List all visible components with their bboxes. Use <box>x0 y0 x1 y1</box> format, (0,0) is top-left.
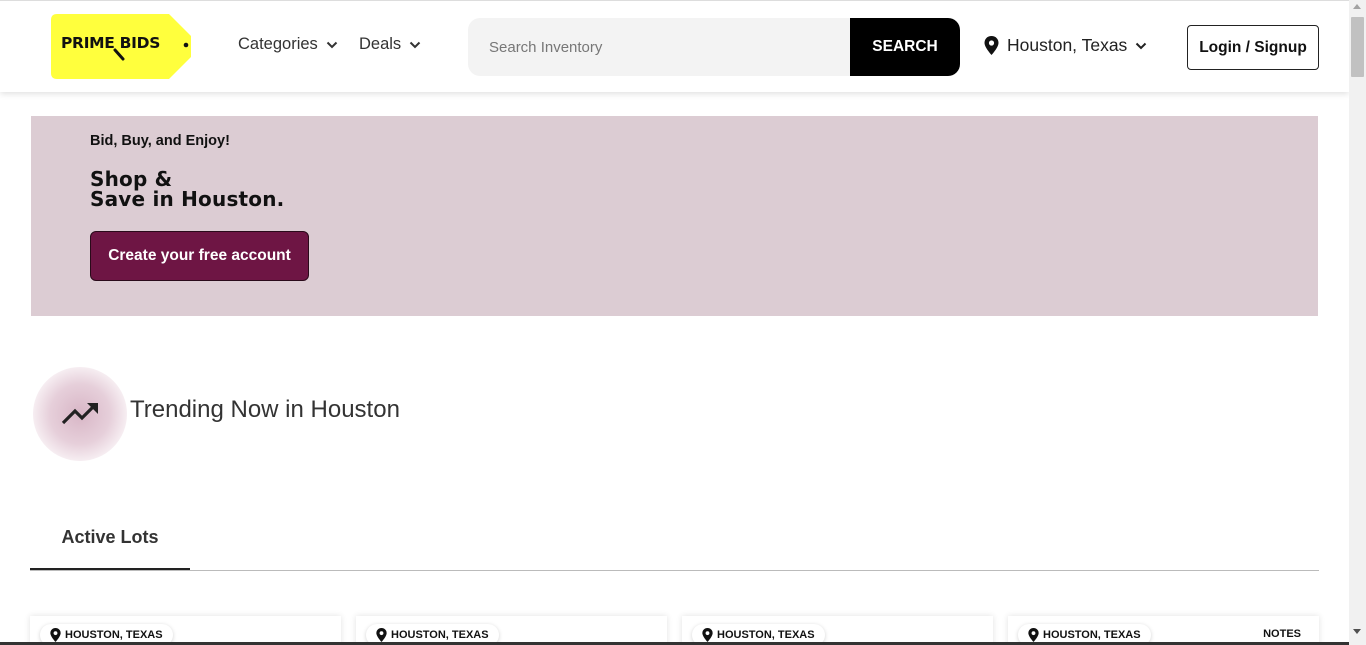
nav-deals-label: Deals <box>359 35 402 53</box>
location-selector[interactable]: Houston, Texas <box>984 35 1147 56</box>
lot-card[interactable]: HOUSTON, TEXAS <box>30 616 341 645</box>
lot-location-label: HOUSTON, TEXAS <box>1043 629 1141 641</box>
banner-title: Shop & Save in Houston. <box>90 169 284 209</box>
banner-title-line1: Shop & <box>90 167 173 191</box>
location-label: Houston, Texas <box>1007 35 1128 55</box>
map-pin-icon <box>702 628 713 642</box>
map-pin-icon <box>984 36 999 55</box>
lot-card[interactable]: HOUSTON, TEXAS <box>356 616 667 645</box>
lot-location-label: HOUSTON, TEXAS <box>717 629 815 641</box>
page: PRIME BIDS Categories Deals SEARCH Houst… <box>0 0 1349 645</box>
search-input[interactable] <box>468 18 850 76</box>
create-account-button[interactable]: Create your free account <box>90 231 309 281</box>
chevron-down-icon <box>326 41 338 48</box>
site-header: PRIME BIDS Categories Deals SEARCH Houst… <box>0 0 1349 92</box>
page-scrollbar[interactable] <box>1349 0 1366 645</box>
scroll-thumb[interactable] <box>1351 17 1364 77</box>
trending-title: Trending Now in Houston <box>130 396 400 423</box>
search-button[interactable]: SEARCH <box>850 18 960 76</box>
tab-active-lots[interactable]: Active Lots <box>30 506 190 570</box>
nav-categories[interactable]: Categories <box>238 35 338 54</box>
lot-notes-label[interactable]: NOTES <box>1263 628 1301 640</box>
banner-tagline: Bid, Buy, and Enjoy! <box>90 133 230 149</box>
banner-title-line2: Save in Houston. <box>90 187 285 211</box>
scroll-up-arrow-icon[interactable] <box>1353 4 1361 9</box>
nav-deals[interactable]: Deals <box>359 35 421 54</box>
login-signup-button[interactable]: Login / Signup <box>1187 25 1319 70</box>
chevron-down-icon <box>1136 42 1147 49</box>
lot-card[interactable]: HOUSTON, TEXAS NOTES <box>1008 616 1319 645</box>
logo-text: PRIME BIDS <box>61 34 161 52</box>
search-bar: SEARCH <box>468 18 960 76</box>
map-pin-icon <box>50 628 61 642</box>
lot-card[interactable]: HOUSTON, TEXAS <box>682 616 993 645</box>
tabs-divider <box>30 570 1319 571</box>
chevron-down-icon <box>409 41 421 48</box>
lot-location-label: HOUSTON, TEXAS <box>65 629 163 641</box>
map-pin-icon <box>376 628 387 642</box>
nav-categories-label: Categories <box>238 35 318 53</box>
prime-bids-logo[interactable]: PRIME BIDS <box>51 14 191 79</box>
scroll-down-arrow-icon[interactable] <box>1353 629 1361 634</box>
trending-icon-badge <box>33 367 127 461</box>
lot-location-label: HOUSTON, TEXAS <box>391 629 489 641</box>
promo-banner: Bid, Buy, and Enjoy! Shop & Save in Hous… <box>31 116 1318 316</box>
map-pin-icon <box>1028 628 1039 642</box>
trending-up-icon <box>61 403 98 425</box>
